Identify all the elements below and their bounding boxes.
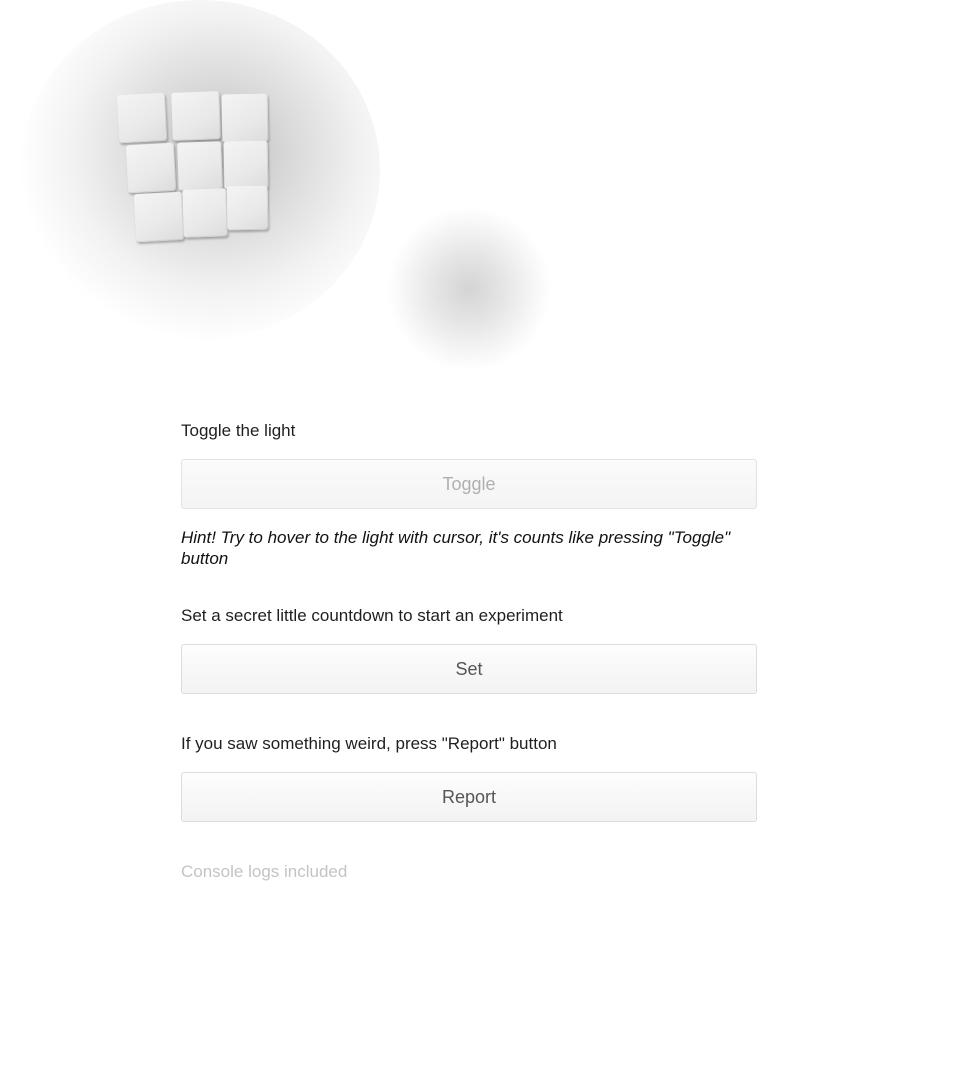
set-button[interactable]: Set xyxy=(181,644,757,694)
cube-tile xyxy=(182,188,228,238)
set-label: Set a secret little countdown to start a… xyxy=(181,606,563,625)
toggle-hint: Hint! Try to hover to the light with cur… xyxy=(181,528,731,568)
toggle-label: Toggle the light xyxy=(181,421,296,440)
cube-tile xyxy=(171,91,221,141)
cube-tile xyxy=(116,92,168,144)
report-button[interactable]: Report xyxy=(181,772,757,822)
cube-tile xyxy=(133,191,185,243)
cube-tile xyxy=(223,140,269,190)
light-blob[interactable] xyxy=(388,208,550,370)
cube-tile xyxy=(221,93,269,143)
cube-tile xyxy=(125,142,177,194)
scene xyxy=(0,0,968,380)
console-logs-note: Console logs included xyxy=(181,862,348,881)
cube-grid-icon xyxy=(116,91,269,243)
cube-tile xyxy=(226,185,269,231)
cube-tile xyxy=(177,141,223,191)
report-label: If you saw something weird, press "Repor… xyxy=(181,734,557,753)
toggle-button[interactable]: Toggle xyxy=(181,459,757,509)
